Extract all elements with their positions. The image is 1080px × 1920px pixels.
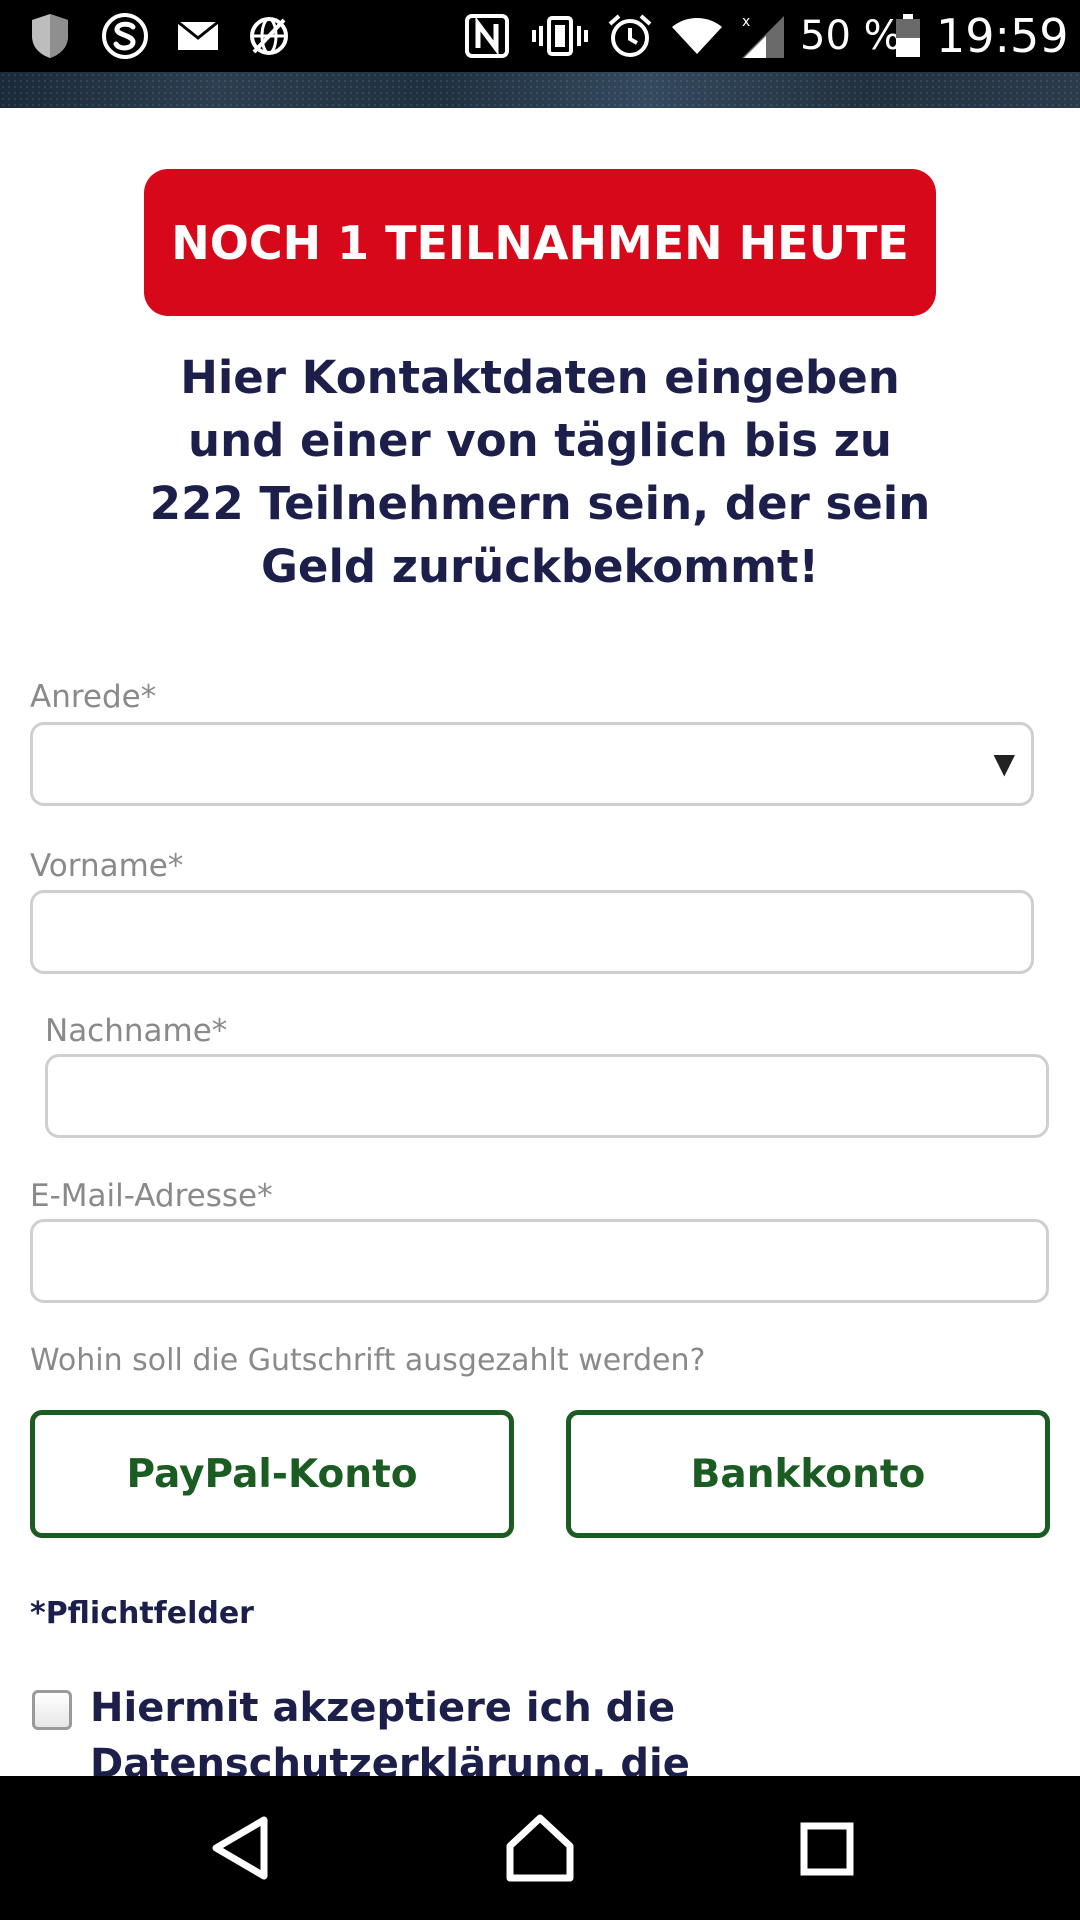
dropdown-arrow-icon: ▼ — [993, 747, 1015, 780]
nfc-icon — [465, 14, 509, 58]
navigation-bar — [0, 1776, 1080, 1920]
last-name-label: Nachname* — [45, 1013, 228, 1049]
hero-image — [0, 72, 1080, 108]
consent-checkbox[interactable] — [32, 1690, 72, 1730]
recents-icon[interactable] — [788, 1806, 868, 1890]
wifi-icon — [672, 18, 722, 54]
consent-line: Hiermit akzeptiere ich die — [90, 1685, 676, 1731]
first-name-label: Vorname* — [30, 848, 184, 884]
salutation-label: Anrede* — [30, 679, 157, 715]
bank-account-button[interactable]: Bankkonto — [566, 1410, 1050, 1538]
mail-icon — [177, 20, 219, 50]
email-label: E-Mail-Adresse* — [30, 1178, 273, 1214]
salutation-select[interactable]: ▼ — [30, 722, 1034, 806]
back-icon[interactable] — [200, 1806, 280, 1890]
vibrate-icon — [532, 16, 588, 56]
headline: Hier Kontaktdaten eingeben und einer von… — [100, 346, 980, 598]
shield-icon — [32, 14, 68, 58]
globe-blocked-icon — [250, 17, 288, 55]
payout-question: Wohin soll die Gutschrift ausgezahlt wer… — [30, 1343, 706, 1378]
headline-line: Hier Kontaktdaten eingeben — [180, 351, 900, 404]
headline-line: und einer von täglich bis zu — [188, 414, 892, 467]
cell-signal-icon: x — [742, 14, 784, 58]
first-name-input[interactable] — [30, 890, 1034, 974]
headline-line: 222 Teilnehmern sein, der sein — [149, 477, 931, 530]
battery-icon — [896, 14, 920, 57]
skype-icon — [102, 13, 148, 59]
alarm-icon — [608, 14, 652, 57]
required-fields-note: *Pflichtfelder — [30, 1596, 254, 1631]
battery-percentage: 50 % — [800, 13, 902, 59]
email-input[interactable] — [30, 1219, 1049, 1303]
paypal-button[interactable]: PayPal-Konto — [30, 1410, 514, 1538]
home-icon[interactable] — [500, 1806, 580, 1890]
headline-line: Geld zurückbekommt! — [261, 540, 819, 593]
status-bar: x 50 % 19:59 — [0, 0, 1080, 72]
last-name-input[interactable] — [45, 1054, 1049, 1138]
urgency-banner: NOCH 1 TEILNAHMEN HEUTE — [144, 169, 936, 316]
svg-text:x: x — [742, 14, 750, 30]
status-clock: 19:59 — [936, 9, 1069, 63]
screen: x 50 % 19:59 NOCH 1 TEILNAHMEN HEUTE Hie… — [0, 0, 1080, 1920]
